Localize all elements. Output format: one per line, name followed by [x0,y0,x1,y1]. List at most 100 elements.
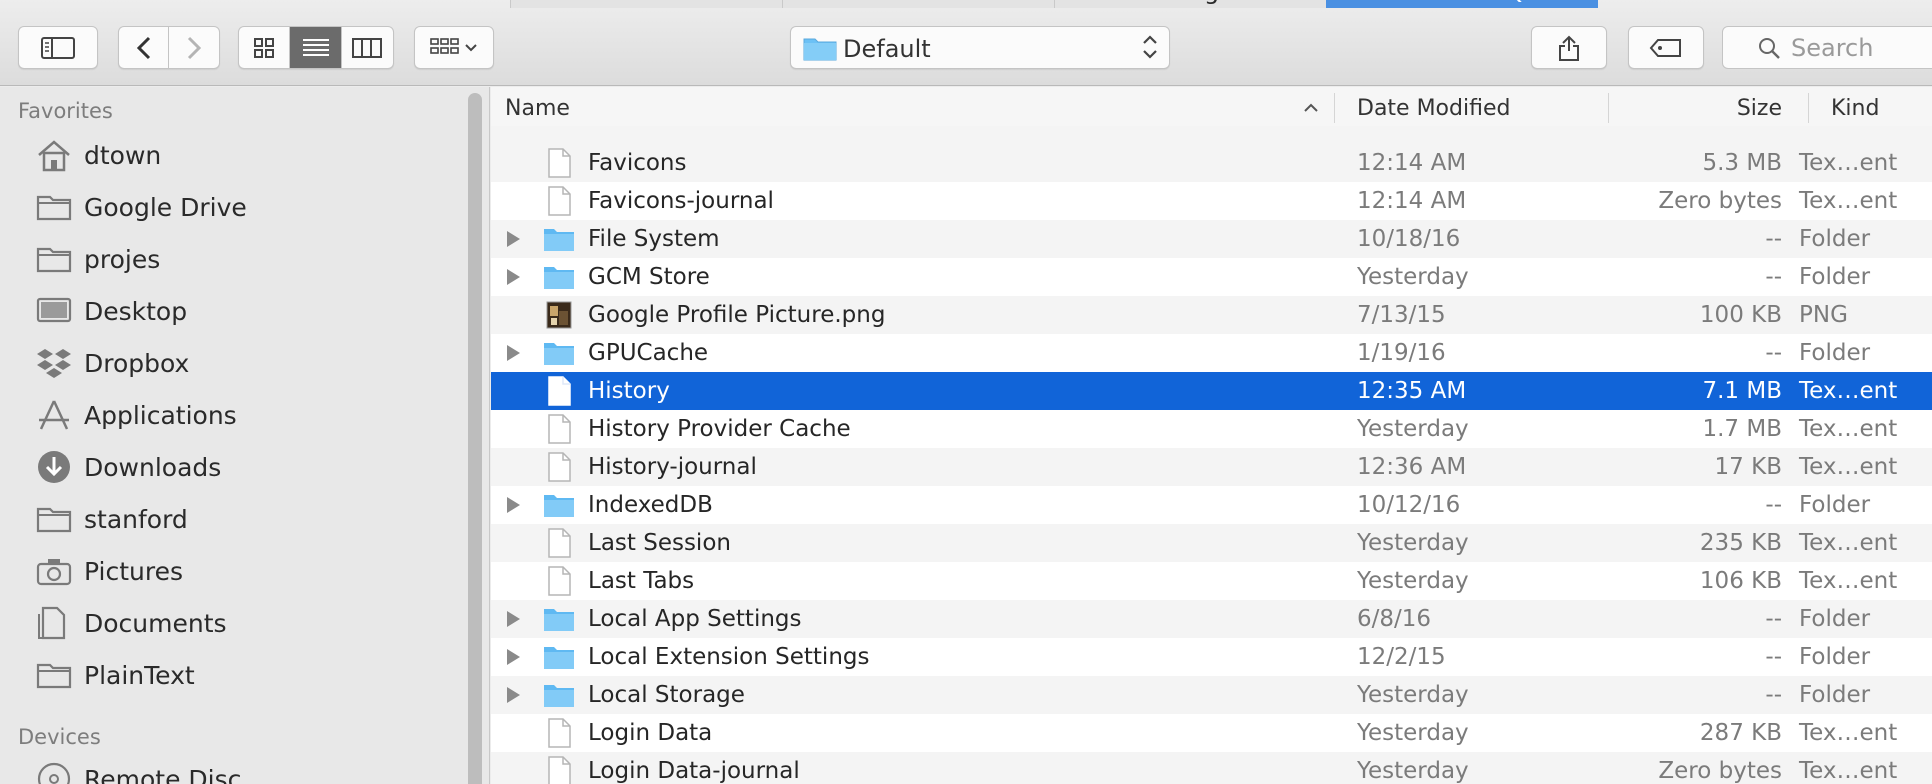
tab-execute-sql[interactable]: Execute SQL [1326,0,1598,8]
file-size: 5.3 MB [1702,150,1782,176]
disc-icon [37,762,71,784]
file-name: IndexedDB [588,492,713,518]
tab-database-structure[interactable]: Database Structure [510,0,782,8]
sidebar-item-pictures[interactable]: Pictures [34,549,454,593]
table-row[interactable]: GCM Store Yesterday -- Folder [491,258,1932,296]
disclosure-triangle-icon[interactable] [507,687,520,703]
share-button[interactable] [1531,26,1607,69]
search-field[interactable] [1722,26,1932,69]
sidebar-item-label: Downloads [84,452,222,482]
arrange-icon [430,37,477,54]
disclosure-triangle-icon[interactable] [507,345,520,361]
disclosure-triangle-icon[interactable] [507,497,520,513]
column-header-name[interactable]: Name [505,96,570,121]
file-size: 100 KB [1699,302,1782,328]
column-header-kind[interactable]: Kind [1831,96,1879,121]
sidebar-item-stanford[interactable]: stanford [34,497,454,541]
document-icon [543,451,575,483]
sidebar-item-label: Desktop [84,296,188,326]
file-kind: Tex…ent [1799,720,1898,746]
sidebar-item-applications[interactable]: Applications [34,393,454,437]
file-name: Favicons-journal [588,188,774,214]
sidebar-item-label: Pictures [84,556,183,586]
file-date: 12:14 AM [1357,188,1467,214]
table-row[interactable]: Local Extension Settings 12/2/15 -- Folder [491,638,1932,676]
sidebar-scrollbar[interactable] [468,93,482,784]
column-divider[interactable] [1608,93,1609,123]
sidebar-item-plaintext[interactable]: PlainText [34,653,454,697]
file-kind: Tex…ent [1799,378,1898,404]
tab-browse-data[interactable]: Browse Data [782,0,1054,8]
column-divider[interactable] [1334,93,1335,123]
file-name: History-journal [588,454,757,480]
file-date: 1/19/16 [1357,340,1446,366]
table-row[interactable]: Login Data-journal Yesterday Zero bytes Tex… [491,752,1932,784]
tag-button[interactable] [1628,26,1704,69]
file-kind: Tex…ent [1799,454,1898,480]
disclosure-triangle-icon[interactable] [507,269,520,285]
table-row[interactable]: GPUCache 1/19/16 -- Folder [491,334,1932,372]
file-size: 7.1 MB [1702,378,1782,404]
table-row[interactable]: Google Profile Picture.png 7/13/15 100 KB P… [491,296,1932,334]
table-row[interactable]: File System 10/18/16 -- Folder [491,220,1932,258]
table-row[interactable]: Favicons-journal 12:14 AM Zero bytes Tex…en… [491,182,1932,220]
file-date: 6/8/16 [1357,606,1432,632]
table-row[interactable]: Favicons 12:14 AM 5.3 MB Tex…ent [491,144,1932,182]
table-row[interactable]: History-journal 12:36 AM 17 KB Tex…ent [491,448,1932,486]
path-popup[interactable]: Default [790,26,1170,69]
sidebar-item-projes[interactable]: projes [34,237,454,281]
sidebar-item-desktop[interactable]: Desktop [34,289,454,333]
file-size: 17 KB [1714,454,1782,480]
icon-view-icon [254,37,275,58]
table-row[interactable]: History 12:35 AM 7.1 MB Tex…ent [491,372,1932,410]
table-row[interactable]: Login Data Yesterday 287 KB Tex…ent [491,714,1932,752]
arrange-button[interactable] [414,26,494,69]
file-date: Yesterday [1357,682,1469,708]
file-kind: Folder [1799,264,1871,290]
document-icon [543,185,575,217]
sidebar-item-dropbox[interactable]: Dropbox [34,341,454,385]
sidebar-item-label: dtown [84,140,162,170]
table-row[interactable] [491,126,1932,144]
column-header-size[interactable]: Size [1737,96,1782,121]
icon-view-button[interactable] [239,27,291,68]
table-row[interactable]: Last Session Yesterday 235 KB Tex…ent [491,524,1932,562]
column-header: Name Date Modified Size Kind [491,87,1932,129]
table-row[interactable]: Local Storage Yesterday -- Folder [491,676,1932,714]
sidebar-toggle-icon [41,36,75,59]
sidebar-item-label: Documents [84,608,227,638]
sidebar-item-remote-disc[interactable]: Remote Disc [34,757,454,784]
sidebar-toggle-button[interactable] [18,26,98,69]
search-input[interactable] [1791,33,1932,62]
list-view-button[interactable] [290,27,342,68]
forward-button[interactable] [169,27,219,68]
disclosure-triangle-icon[interactable] [507,231,520,247]
table-row[interactable]: Local App Settings 6/8/16 -- Folder [491,600,1932,638]
folder-icon [36,507,72,533]
sidebar-item-dtown[interactable]: dtown [34,133,454,177]
column-header-date[interactable]: Date Modified [1357,96,1510,121]
sidebar: Favorites dtown Google Drive projes Desk… [0,87,490,784]
sidebar-item-google-drive[interactable]: Google Drive [34,185,454,229]
sidebar-item-downloads[interactable]: Downloads [34,445,454,489]
file-size: 235 KB [1699,530,1782,556]
back-button[interactable] [119,27,170,68]
folder-icon [543,641,575,673]
disclosure-triangle-icon[interactable] [507,611,520,627]
sidebar-item-documents[interactable]: Documents [34,601,454,645]
column-divider[interactable] [1808,93,1809,123]
forward-icon [187,36,202,59]
table-row[interactable]: Last Tabs Yesterday 106 KB Tex…ent [491,562,1932,600]
table-row[interactable]: History Provider Cache Yesterday 1.7 MB Tex… [491,410,1932,448]
file-size: 106 KB [1699,568,1782,594]
file-date: 12/2/15 [1357,644,1446,670]
file-kind: Folder [1799,606,1871,632]
folder-icon [543,261,575,293]
tab-edit-pragmas[interactable]: Edit Pragmas [1054,0,1326,8]
table-row[interactable]: IndexedDB 10/12/16 -- Folder [491,486,1932,524]
folder-icon [36,663,72,689]
document-icon [543,375,575,407]
file-kind: Tex…ent [1799,530,1898,556]
column-view-button[interactable] [342,27,393,68]
disclosure-triangle-icon[interactable] [507,649,520,665]
